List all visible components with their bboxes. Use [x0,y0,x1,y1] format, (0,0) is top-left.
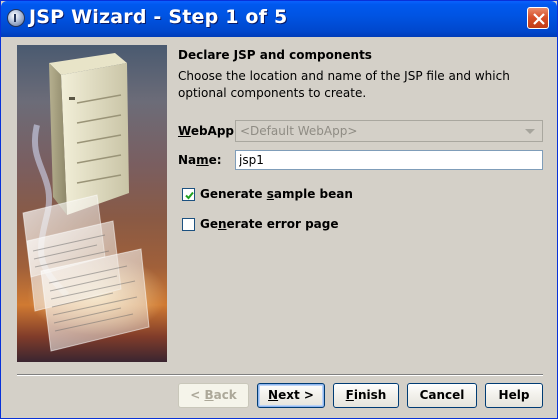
generate-sample-bean-checkbox[interactable] [182,188,195,201]
generate-error-page-label-prefix: Ge [200,217,218,231]
generate-sample-bean-label-rest: ample bean [273,187,353,201]
chevron-down-icon[interactable] [522,123,538,139]
finish-button[interactable]: Finish [333,383,399,408]
name-label-rest: e: [208,153,222,167]
window-title: JSP Wizard - Step 1 of 5 [29,6,288,28]
back-button-rest: ack [213,388,237,402]
webapp-combobox[interactable]: <Default WebApp> [235,120,543,142]
finish-button-rest: inish [353,388,387,402]
name-field[interactable] [235,150,543,170]
title-bar[interactable]: JSP Wizard - Step 1 of 5 [1,1,557,37]
webapp-combobox-value: <Default WebApp> [240,124,358,138]
cancel-button[interactable]: Cancel [407,383,477,408]
generate-error-page-label[interactable]: Generate error page [200,217,338,231]
webapp-label-rest: ebApp: [190,124,239,138]
back-button[interactable]: < Back [178,383,249,408]
back-button-prefix: < [190,388,205,402]
generate-error-page-label-rest: erate error page [226,217,339,231]
webapp-label-mnemonic: W [178,124,191,138]
name-label-mnemonic: m [196,153,209,167]
generate-sample-bean-label-prefix: Generate [200,187,267,201]
name-label: Name: [178,153,222,167]
next-button[interactable]: Next > [257,383,325,408]
generate-sample-bean-label[interactable]: Generate sample bean [200,187,353,201]
help-button[interactable]: Help [485,383,543,408]
generate-sample-bean-label-mnemonic: s [266,187,274,201]
generate-error-page-label-mnemonic: n [218,217,227,231]
name-label-prefix: Na [178,153,197,167]
checkmark-icon [185,191,194,200]
page-description: Choose the location and name of the JSP … [178,69,510,100]
java-cup-icon [7,9,25,27]
close-button[interactable] [527,7,549,29]
generate-error-page-checkbox[interactable] [182,218,195,231]
webapp-label: WebApp: [178,124,239,138]
finish-button-mnemonic: F [345,388,354,402]
back-button-mnemonic: B [204,388,214,402]
name-input[interactable] [236,151,542,169]
next-button-rest: ext > [278,388,314,402]
server-and-pages-illustration [22,53,167,352]
close-icon [533,13,545,25]
wizard-illustration [17,45,167,362]
page-heading: Declare JSP and components [178,48,372,62]
button-separator [17,374,543,376]
next-button-mnemonic: N [268,388,279,402]
jsp-wizard-dialog: JSP Wizard - Step 1 of 5 Declare JSP and… [0,0,558,419]
